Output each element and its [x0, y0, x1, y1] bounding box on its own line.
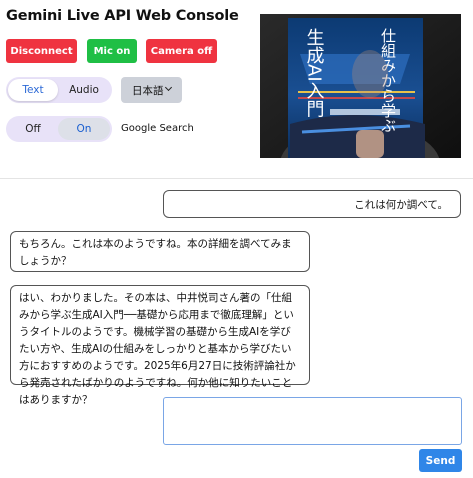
chat-message-model: はい、わかりました。その本は、中井悦司さん著の「仕組みから学ぶ生成AI入門──基…: [10, 285, 310, 406]
chevron-down-icon: [164, 83, 173, 92]
book-title-line-2: 生成AI入門: [304, 28, 325, 118]
camera-preview: 仕組みから学ぶ 生成AI入門: [260, 14, 461, 158]
language-select[interactable]: 日本語: [121, 77, 182, 103]
search-off-option[interactable]: Off: [8, 118, 58, 140]
response-mode-toggle: Text Audio: [6, 77, 112, 103]
google-search-label: Google Search: [121, 123, 194, 134]
mic-toggle-button[interactable]: Mic on: [87, 39, 137, 63]
search-on-option[interactable]: On: [58, 118, 110, 140]
message-input[interactable]: [163, 397, 462, 445]
chat-message-user: これは何か調べて。: [163, 190, 461, 218]
app-title: Gemini Live API Web Console: [6, 8, 239, 24]
camera-toggle-button[interactable]: Camera off: [146, 39, 217, 63]
divider: [0, 178, 473, 179]
mode-audio-option[interactable]: Audio: [58, 79, 110, 101]
camera-preview-image: 仕組みから学ぶ 生成AI入門: [260, 14, 461, 158]
chat-message-model: もちろん。これは本のようですね。本の詳細を調べてみましょうか？: [10, 231, 310, 272]
google-search-toggle: Off On: [6, 116, 112, 142]
language-select-value: 日本語: [132, 84, 164, 97]
hand-shape: [356, 130, 384, 158]
disconnect-button[interactable]: Disconnect: [6, 39, 77, 63]
mode-text-option[interactable]: Text: [8, 79, 58, 101]
send-button[interactable]: Send: [419, 449, 462, 472]
